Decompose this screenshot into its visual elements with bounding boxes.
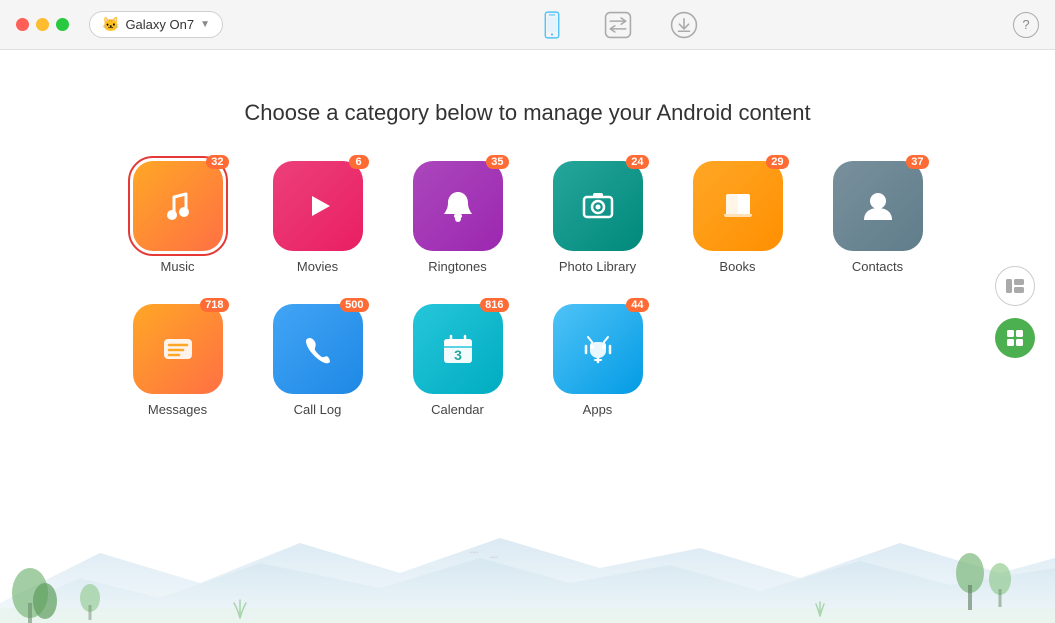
calendar-badge: 816 [480,298,508,312]
category-item-ringtones[interactable]: 35 Ringtones [408,161,508,274]
call-log-label: Call Log [294,402,342,417]
page-title: Choose a category below to manage your A… [244,100,810,126]
contacts-icon [833,161,923,251]
music-label: Music [161,259,195,274]
contacts-badge: 37 [906,155,928,169]
sidebar-grid-button[interactable] [995,318,1035,358]
category-item-calendar[interactable]: 3 816 Calendar [408,304,508,417]
landscape-background [0,523,1055,623]
category-row-2: 718 Messages 500 Call Log [128,304,928,417]
photo-library-icon [553,161,643,251]
call-log-icon [273,304,363,394]
contacts-label: Contacts [852,259,903,274]
calendar-label: Calendar [431,402,484,417]
books-badge: 29 [766,155,788,169]
category-item-photo-library[interactable]: 24 Photo Library [548,161,648,274]
svg-text:3: 3 [454,347,462,363]
calendar-icon-wrapper: 3 816 [413,304,503,394]
books-icon [693,161,783,251]
category-item-apps[interactable]: 44 Apps [548,304,648,417]
ringtones-badge: 35 [486,155,508,169]
books-icon-wrapper: 29 [693,161,783,251]
ringtones-icon-wrapper: 35 [413,161,503,251]
titlebar: 🐱 Galaxy On7 ▼ [0,0,1055,50]
help-button[interactable]: ? [1013,12,1039,38]
photo-library-label: Photo Library [559,259,636,274]
category-item-music[interactable]: 32 Music [128,161,228,274]
category-item-messages[interactable]: 718 Messages [128,304,228,417]
ringtones-icon [413,161,503,251]
maximize-button[interactable] [56,18,69,31]
call-log-badge: 500 [340,298,368,312]
contacts-icon-wrapper: 37 [833,161,923,251]
calendar-icon: 3 [413,304,503,394]
titlebar-nav [223,7,1013,43]
chevron-down-icon: ▼ [200,19,210,30]
download-nav-icon[interactable] [666,7,702,43]
apps-badge: 44 [626,298,648,312]
books-label: Books [719,259,755,274]
category-row-1: 32 Music 6 Movies [128,161,928,274]
messages-badge: 718 [200,298,228,312]
ringtones-label: Ringtones [428,259,487,274]
sidebar-manager-button[interactable] [995,266,1035,306]
category-item-call-log[interactable]: 500 Call Log [268,304,368,417]
switch-nav-icon[interactable] [600,7,636,43]
category-item-contacts[interactable]: 37 Contacts [828,161,928,274]
apps-icon-wrapper: 44 [553,304,643,394]
music-icon [133,161,223,251]
call-log-icon-wrapper: 500 [273,304,363,394]
apps-icon [553,304,643,394]
titlebar-right: ? [1013,12,1039,38]
apps-label: Apps [583,402,613,417]
movies-badge: 6 [349,155,369,169]
help-label: ? [1022,17,1029,32]
movies-icon [273,161,363,251]
music-badge: 32 [206,155,228,169]
messages-label: Messages [148,402,207,417]
device-selector[interactable]: 🐱 Galaxy On7 ▼ [89,11,223,38]
phone-nav-icon[interactable] [534,7,570,43]
category-grid: 32 Music 6 Movies [128,161,928,417]
movies-label: Movies [297,259,338,274]
close-button[interactable] [16,18,29,31]
device-icon: 🐱 [102,16,119,33]
movies-icon-wrapper: 6 [273,161,363,251]
minimize-button[interactable] [36,18,49,31]
music-icon-wrapper: 32 [133,161,223,251]
device-name: Galaxy On7 [125,17,194,32]
traffic-lights [16,18,69,31]
messages-icon [133,304,223,394]
photo-library-badge: 24 [626,155,648,169]
messages-icon-wrapper: 718 [133,304,223,394]
category-item-books[interactable]: 29 Books [688,161,788,274]
right-sidebar [995,266,1035,358]
photo-library-icon-wrapper: 24 [553,161,643,251]
category-item-movies[interactable]: 6 Movies [268,161,368,274]
